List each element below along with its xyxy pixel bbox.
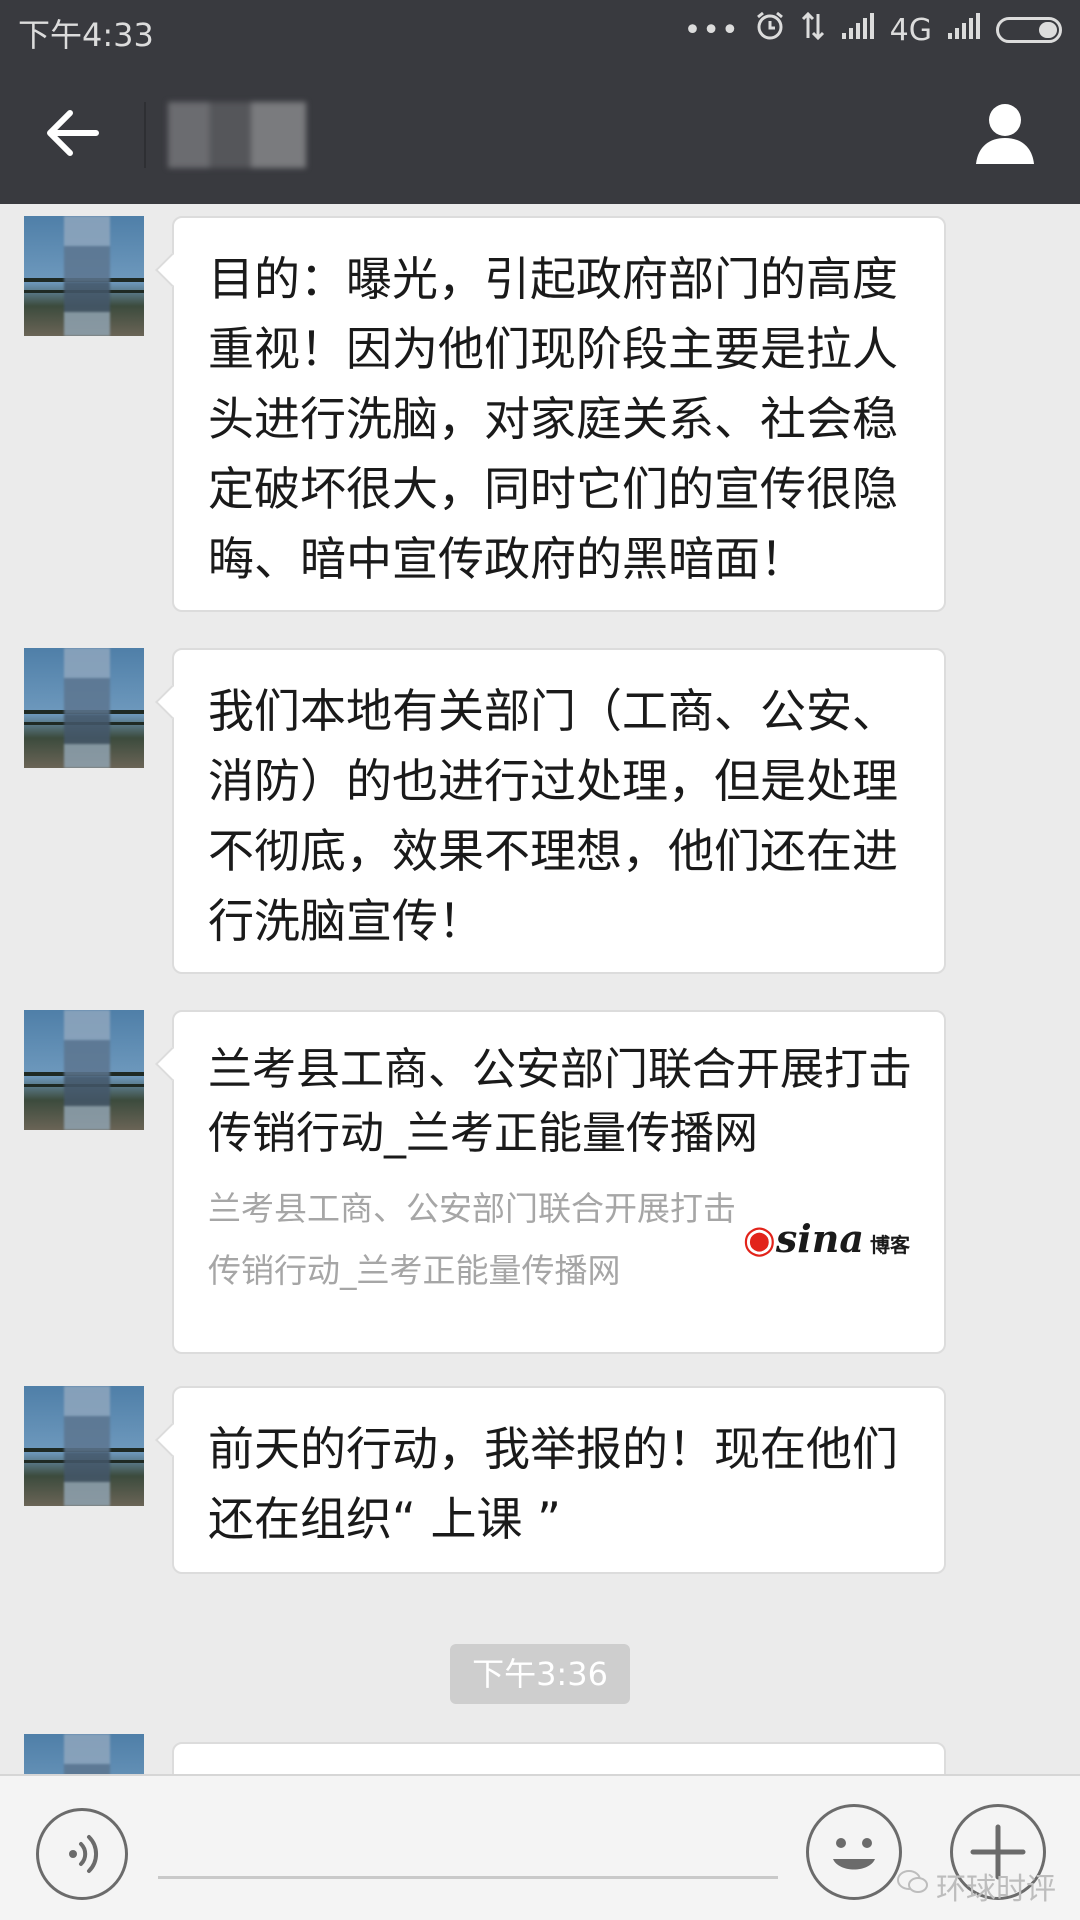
time-divider: 下午3:36 — [450, 1644, 630, 1704]
avatar[interactable] — [24, 648, 144, 768]
chat-header — [0, 62, 1080, 204]
message-text: 前天的行动，我举报的！现在他们还在组织“ 上课 ” — [208, 1422, 898, 1546]
avatar[interactable] — [24, 216, 144, 336]
status-bar: 下午4:33 ••• 4G — [0, 0, 1080, 62]
alarm-icon — [754, 10, 786, 50]
chat-title-blurred — [168, 102, 306, 168]
watermark: 环球时评 — [896, 1864, 1056, 1908]
network-label: 4G — [889, 12, 932, 48]
voice-button[interactable] — [36, 1808, 128, 1900]
emoji-button[interactable] — [806, 1804, 902, 1900]
avatar[interactable] — [24, 1386, 144, 1506]
avatar[interactable] — [24, 1734, 144, 1774]
sina-blog-logo: ◉sina 博客 — [742, 1216, 910, 1261]
status-icons: ••• 4G — [684, 10, 1062, 50]
person-icon — [976, 104, 1034, 164]
message-bubble[interactable] — [172, 1742, 946, 1774]
signal-icon — [840, 11, 876, 49]
back-button[interactable] — [40, 100, 106, 166]
watermark-text: 环球时评 — [936, 1872, 1056, 1907]
more-dots: ••• — [683, 12, 740, 48]
chat-messages[interactable]: 目的：曝光，引起政府部门的高度重视！因为他们现阶段主要是拉人头进行洗脑，对家庭关… — [0, 204, 1080, 1774]
link-card[interactable]: 兰考县工商、公安部门联合开展打击传销行动_兰考正能量传播网 兰考县工商、公安部门… — [172, 1010, 946, 1354]
voice-icon — [69, 1835, 99, 1873]
wechat-icon — [896, 1868, 930, 1904]
battery-icon — [996, 17, 1062, 43]
input-bar: 环球时评 — [0, 1774, 1080, 1920]
message-bubble[interactable]: 我们本地有关部门（工商、公安、消防）的也进行过处理，但是处理不彻底，效果不理想，… — [172, 648, 946, 974]
message-text: 目的：曝光，引起政府部门的高度重视！因为他们现阶段主要是拉人头进行洗脑，对家庭关… — [208, 252, 898, 586]
header-divider — [144, 102, 146, 168]
signal-icon — [946, 11, 982, 49]
link-title: 兰考县工商、公安部门联合开展打击传销行动_兰考正能量传播网 — [208, 1044, 912, 1159]
avatar[interactable] — [24, 1010, 144, 1130]
contact-info-button[interactable] — [970, 98, 1040, 168]
arrow-left-icon — [47, 110, 99, 156]
message-input[interactable] — [158, 1876, 778, 1879]
status-time: 下午4:33 — [18, 16, 154, 54]
message-text: 我们本地有关部门（工商、公安、消防）的也进行过处理，但是处理不彻底，效果不理想，… — [208, 684, 898, 948]
link-description: 兰考县工商、公安部门联合开展打击传销行动_兰考正能量传播网 — [208, 1189, 736, 1290]
data-arrows-icon — [800, 10, 826, 50]
emoji-icon — [833, 1838, 875, 1870]
message-bubble[interactable]: 目的：曝光，引起政府部门的高度重视！因为他们现阶段主要是拉人头进行洗脑，对家庭关… — [172, 216, 946, 612]
message-bubble[interactable]: 前天的行动，我举报的！现在他们还在组织“ 上课 ” — [172, 1386, 946, 1574]
